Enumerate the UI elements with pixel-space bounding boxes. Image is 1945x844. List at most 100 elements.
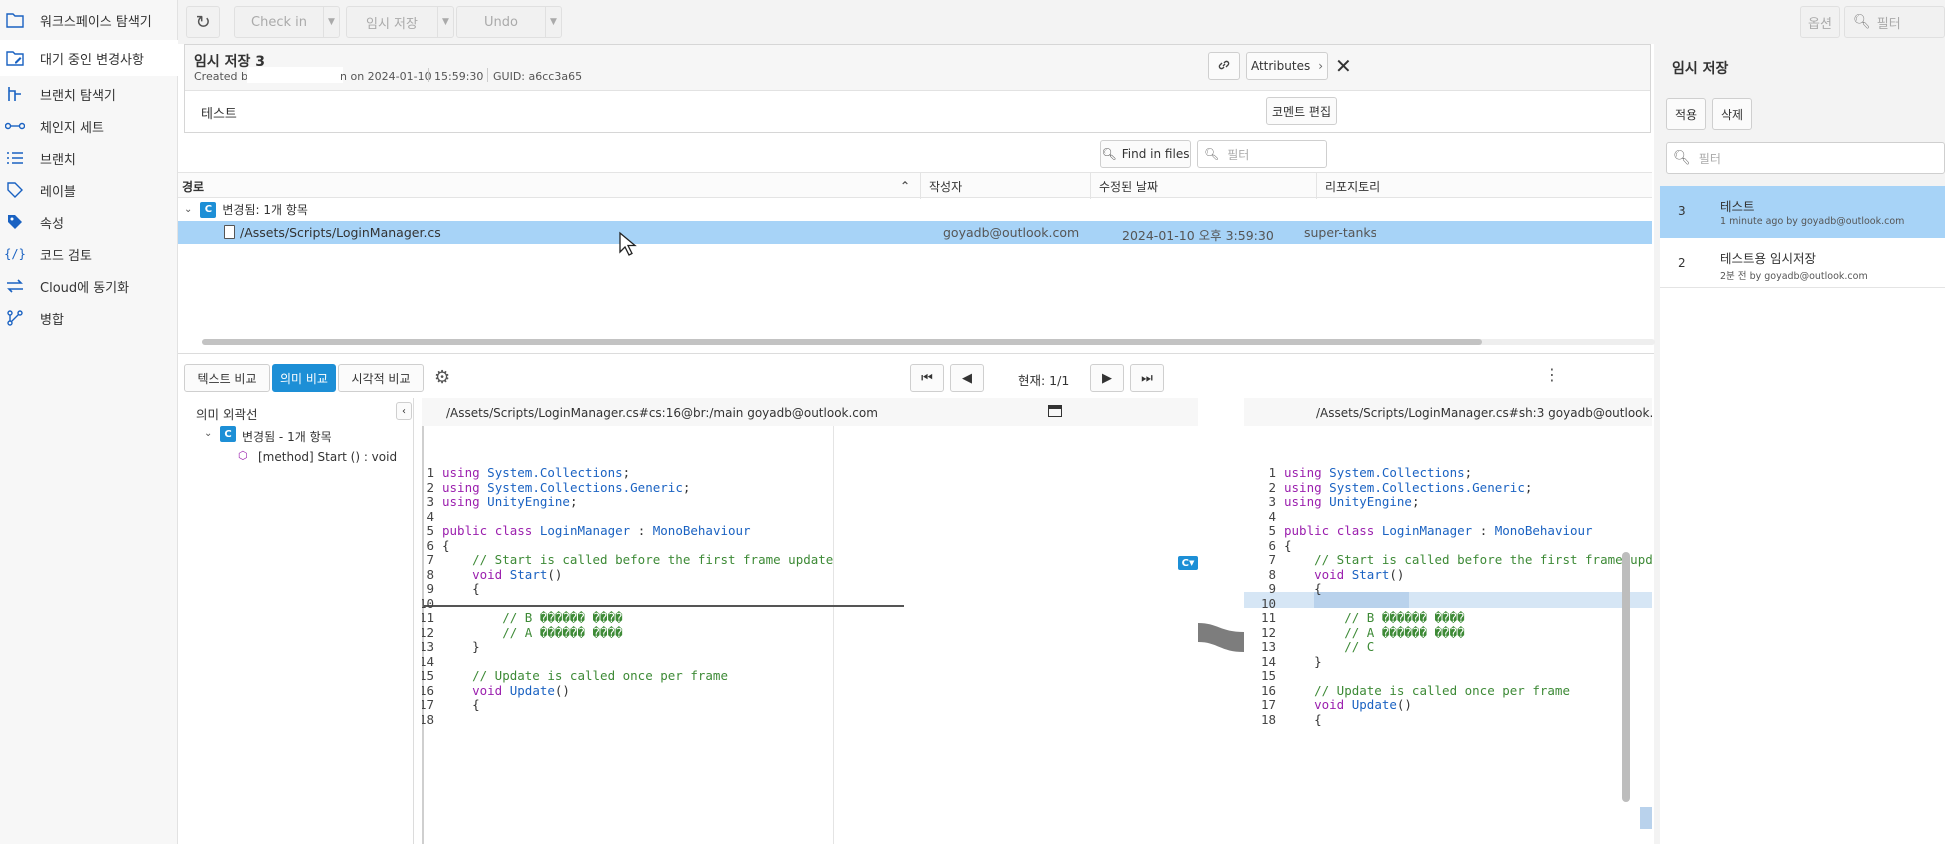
delete-button[interactable]: 삭제 bbox=[1712, 98, 1752, 130]
close-icon[interactable]: ✕ bbox=[1335, 54, 1352, 78]
refresh-button[interactable]: ↻ bbox=[186, 6, 220, 38]
code-line: 5 public class LoginManager : MonoBehavio… bbox=[1268, 523, 1593, 538]
column-repository[interactable]: 리포지토리 bbox=[1316, 173, 1652, 199]
checkin-label: Check in bbox=[251, 14, 307, 30]
chevron-down-icon[interactable]: ⌄ bbox=[184, 204, 192, 215]
shelve-guid: GUID: a6cc3a65 bbox=[493, 70, 583, 83]
settings-gear-icon[interactable]: ⚙ bbox=[434, 367, 450, 388]
previous-diff-button[interactable]: ◀ bbox=[950, 364, 984, 392]
file-group-row[interactable]: ⌄ C 변경됨: 1개 항목 bbox=[178, 198, 1652, 221]
diff-current-position: 현재: 1/1 bbox=[1018, 373, 1070, 388]
outline-method[interactable]: [method] Start () : void bbox=[258, 450, 397, 464]
shelves-filter-input[interactable]: 🔍︎ 필터 bbox=[1666, 142, 1945, 174]
sidebar-item-label: Cloud에 동기화 bbox=[40, 280, 130, 296]
horizontal-scrollbar[interactable] bbox=[202, 339, 1655, 345]
shelve-name: 테스트 bbox=[1720, 199, 1755, 214]
column-modified-date[interactable]: 수정된 날짜 bbox=[1090, 173, 1316, 199]
options-button[interactable]: 옵션 bbox=[1800, 6, 1840, 38]
column-label: 경로 bbox=[182, 179, 205, 194]
vertical-scrollbar[interactable] bbox=[1622, 552, 1630, 802]
sidebar-item-label: 워크스페이스 탐색기 bbox=[40, 14, 152, 30]
toolbar-filter-input[interactable]: 🔍︎ 필터 bbox=[1844, 6, 1945, 38]
semantic-diff-button[interactable]: 의미 비교 bbox=[272, 364, 336, 392]
outline-group-label: 변경됨 - 1개 항목 bbox=[242, 430, 332, 444]
shelve-time: 15:59:30 bbox=[434, 70, 484, 83]
sidebar-item-label: 병합 bbox=[40, 312, 64, 328]
text-diff-button[interactable]: 텍스트 비교 bbox=[184, 364, 270, 392]
main-panel: 임시 저장 3 Created b n on 2024-01-10 15:59:… bbox=[178, 44, 1655, 844]
diff-left-pane: /Assets/Scripts/LoginManager.cs#cs:16@br… bbox=[422, 398, 1198, 844]
attributes-button[interactable]: Attributes › bbox=[1246, 52, 1328, 80]
find-in-files-button[interactable]: 🔍︎ Find in files bbox=[1100, 140, 1191, 168]
semantic-outline-panel: 의미 외곽선 ‹ ⌄ C 변경됨 - 1개 항목 ⬡ [method] Star… bbox=[178, 398, 414, 844]
code-line: 5 public class LoginManager : MonoBehavio… bbox=[426, 523, 751, 538]
folder-icon bbox=[4, 9, 26, 31]
diff-right-pane: /Assets/Scripts/LoginManager.cs#sh:3 goy… bbox=[1244, 398, 1652, 844]
sidebar-item-branch-explorer[interactable]: 브랜치 탐색기 bbox=[0, 76, 178, 112]
filter-placeholder: 필터 bbox=[1227, 147, 1250, 162]
last-diff-button[interactable]: ⏭ bbox=[1130, 364, 1164, 392]
list-item[interactable]: 2 테스트용 임시저장 2분 전 by goyadb@outlook.com bbox=[1660, 238, 1945, 288]
link-icon bbox=[1217, 58, 1231, 75]
merge-icon bbox=[4, 307, 26, 329]
chevron-down-icon[interactable]: ▼ bbox=[323, 7, 339, 37]
shelve-meta: 1 minute ago by goyadb@outlook.com bbox=[1720, 216, 1905, 227]
outline-title: 의미 외곽선 bbox=[196, 407, 258, 422]
left-changed-badge[interactable]: C ▼ bbox=[1178, 556, 1198, 570]
column-author[interactable]: 작성자 bbox=[920, 173, 1090, 199]
list-item[interactable]: 3 테스트 1 minute ago by goyadb@outlook.com bbox=[1660, 186, 1945, 238]
previous-icon: ◀ bbox=[962, 370, 972, 386]
sidebar-item-merge[interactable]: 병합 bbox=[0, 300, 178, 336]
scrollbar-thumb[interactable] bbox=[202, 339, 1482, 345]
collapse-outline-button[interactable]: ‹ bbox=[396, 402, 412, 420]
first-icon: ⏮ bbox=[921, 370, 933, 386]
sync-icon bbox=[4, 275, 26, 297]
sidebar-item-pending-changes[interactable]: 대기 중인 변경사항 bbox=[0, 40, 178, 76]
last-icon: ⏭ bbox=[1141, 370, 1153, 386]
shelve-button[interactable]: 임시 저장 ▼ bbox=[346, 6, 454, 38]
more-options-icon[interactable]: ⋮ bbox=[1544, 365, 1560, 384]
chevron-down-icon: ▼ bbox=[1188, 559, 1195, 567]
sidebar-item-attributes[interactable]: 속성 bbox=[0, 204, 178, 240]
attributes-label: Attributes bbox=[1250, 59, 1311, 73]
shelve-number: 3 bbox=[1678, 204, 1686, 218]
visual-diff-button[interactable]: 시각적 비교 bbox=[338, 364, 424, 392]
copy-link-button[interactable] bbox=[1208, 52, 1240, 80]
search-icon: 🔍︎ bbox=[1853, 14, 1871, 30]
apply-button[interactable]: 적용 bbox=[1666, 98, 1706, 130]
chevron-down-icon[interactable]: ⌄ bbox=[204, 428, 212, 439]
options-label: 옵션 bbox=[1808, 16, 1832, 32]
file-repo: super-tanks@ bbox=[1304, 225, 1376, 240]
checkin-button[interactable]: Check in ▼ bbox=[234, 6, 340, 38]
sidebar-item-workspace-explorer[interactable]: 워크스페이스 탐색기 bbox=[0, 2, 178, 38]
chevron-down-icon[interactable]: ▼ bbox=[437, 7, 453, 37]
sidebar-item-sync-cloud[interactable]: Cloud에 동기화 bbox=[0, 268, 178, 304]
file-filter-input[interactable]: 🔍︎ 필터 bbox=[1197, 140, 1327, 168]
sidebar-item-changeset[interactable]: 체인지 세트 bbox=[0, 108, 178, 144]
sidebar-item-label: 레이블 bbox=[40, 184, 76, 200]
sort-ascending-icon: ⌃ bbox=[899, 179, 910, 193]
table-row[interactable]: /Assets/Scripts/LoginManager.cs goyadb@o… bbox=[178, 221, 1652, 244]
chevron-down-icon[interactable]: ▼ bbox=[545, 7, 561, 37]
pending-changes-icon bbox=[4, 47, 26, 69]
shelve-comment: 테스트 bbox=[201, 107, 237, 122]
diff-change-marker-line bbox=[424, 605, 904, 607]
first-diff-button[interactable]: ⏮ bbox=[910, 364, 944, 392]
sidebar-item-label: 브랜치 탐색기 bbox=[40, 88, 116, 104]
sidebar-item-code-review[interactable]: {/} 코드 검토 bbox=[0, 236, 178, 272]
shelve-created-suffix: n on 2024-01-10 bbox=[340, 70, 432, 83]
method-icon: ⬡ bbox=[238, 449, 248, 462]
next-diff-button[interactable]: ▶ bbox=[1090, 364, 1124, 392]
search-icon: 🔍︎ bbox=[1101, 147, 1117, 161]
undo-button[interactable]: Undo ▼ bbox=[456, 6, 562, 38]
edit-comment-button[interactable]: 코멘트 편집 bbox=[1266, 97, 1337, 125]
diff-right-header: /Assets/Scripts/LoginManager.cs#sh:3 goy… bbox=[1316, 406, 1652, 420]
column-path[interactable]: 경로 ⌃ bbox=[178, 173, 920, 199]
sidebar-item-branches[interactable]: 브랜치 bbox=[0, 140, 178, 176]
diff-left-header: /Assets/Scripts/LoginManager.cs#cs:16@br… bbox=[446, 406, 878, 420]
maximize-icon[interactable] bbox=[1048, 405, 1062, 417]
code-line: 18 { bbox=[1260, 711, 1322, 727]
file-icon bbox=[224, 225, 235, 239]
sidebar-item-labels[interactable]: 레이블 bbox=[0, 172, 178, 208]
file-date: 2024-01-10 오후 3:59:30 bbox=[1122, 228, 1274, 243]
